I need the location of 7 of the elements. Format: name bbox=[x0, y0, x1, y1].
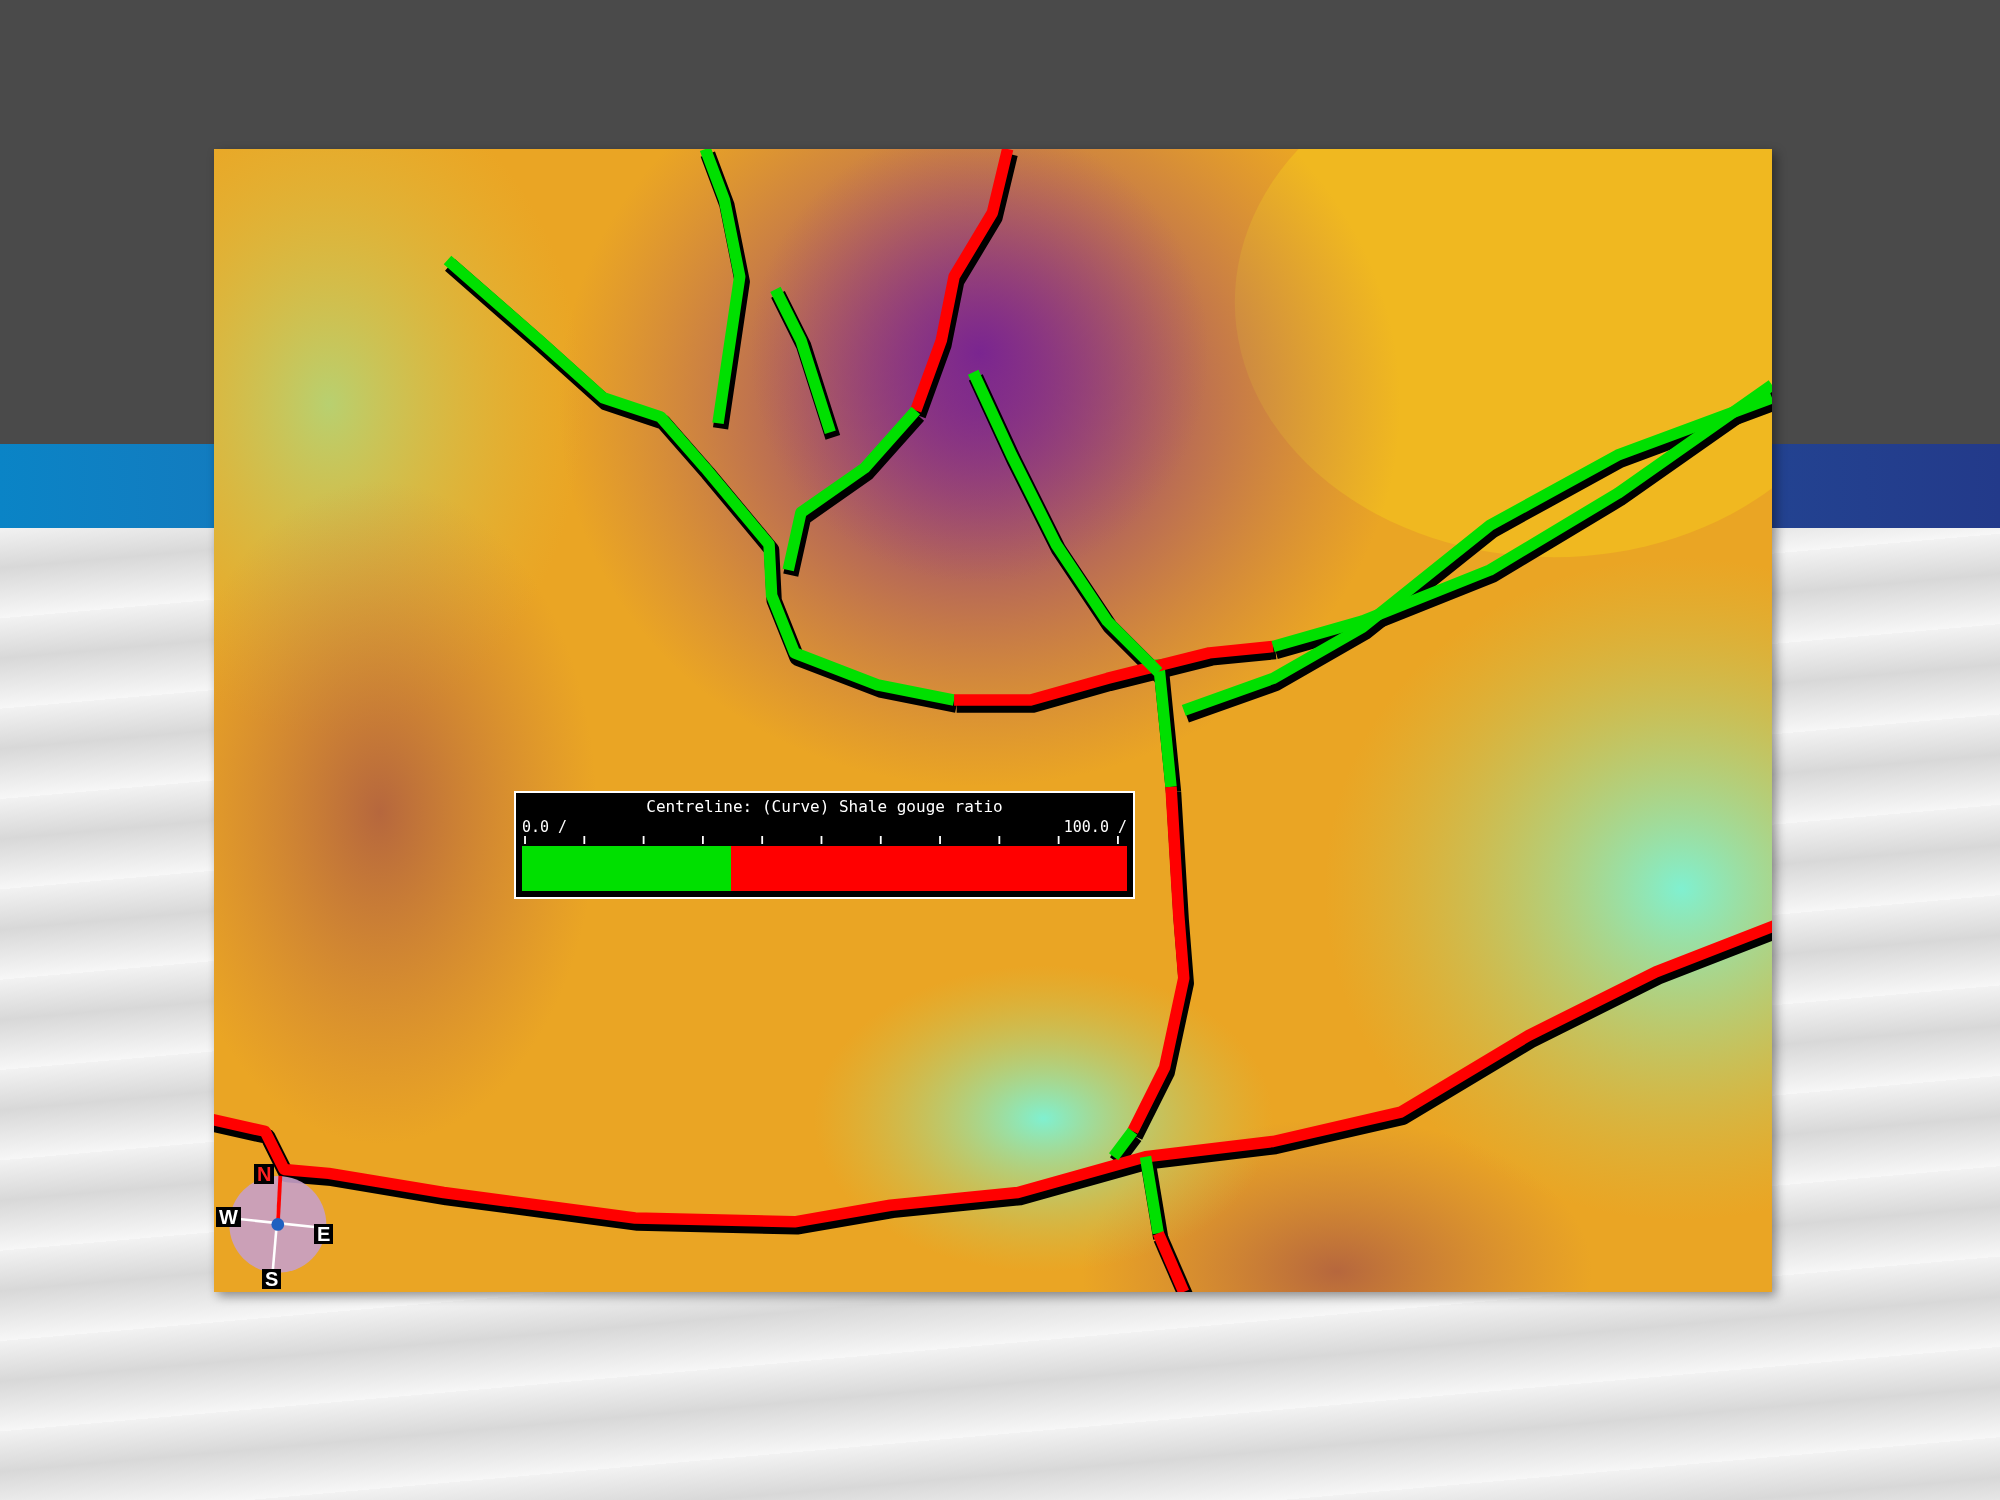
compass-direction-label: S bbox=[262, 1269, 282, 1289]
legend-min-label: 0.0 / bbox=[522, 818, 568, 836]
compass-direction-label: N bbox=[254, 1164, 275, 1184]
legend-title: Centreline: (Curve) Shale gouge ratio bbox=[646, 796, 1003, 818]
compass-direction-label: E bbox=[314, 1224, 334, 1244]
legend-max-label: 100.0 / bbox=[1063, 818, 1127, 836]
compass-direction-label: W bbox=[216, 1207, 241, 1227]
